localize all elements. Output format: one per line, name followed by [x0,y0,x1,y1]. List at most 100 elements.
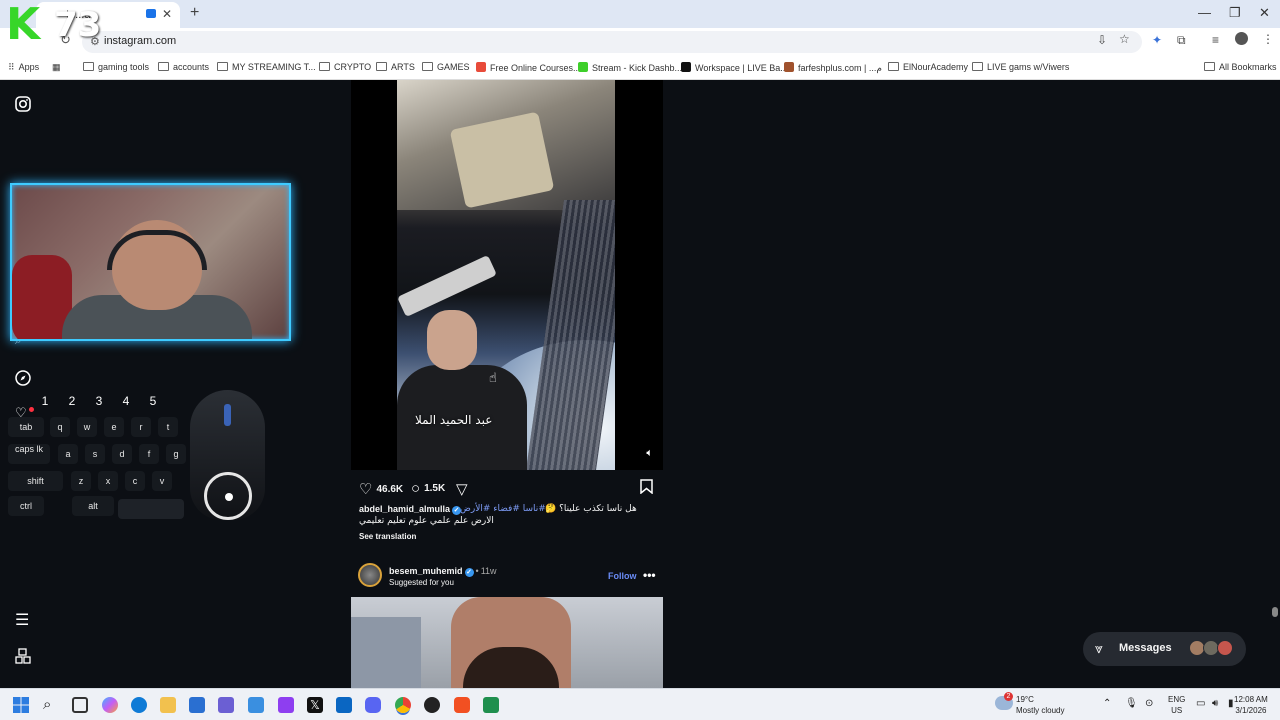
comment-count: 1.5K [424,483,446,494]
show-hidden-icons-icon[interactable]: ⌃ [1103,698,1111,709]
bookmark-folder[interactable]: GAMES [422,62,470,72]
x-app-icon[interactable]: 𝕏 [307,697,323,713]
bookmark-link[interactable]: Stream - Kick Dashb... [578,62,682,73]
folder-icon [888,62,899,71]
post-username[interactable]: abdel_hamid_almulla ✓ [359,504,462,515]
location-icon[interactable]: ⊙ [1145,698,1153,709]
post-video[interactable]: عبد الحميد الملا [397,80,615,470]
stream-logo: K 73 [4,0,101,50]
bookmark-link[interactable]: Workspace | LIVE Ba... [681,62,788,73]
key-w: w [77,417,97,437]
bookmark-link[interactable]: Free Online Courses... [476,62,581,73]
excel-icon[interactable] [483,697,499,713]
all-bookmarks[interactable]: All Bookmarks [1204,62,1277,72]
logo-letter: K [6,0,41,50]
instagram-logo-icon[interactable] [15,96,31,117]
discord-icon[interactable] [365,697,381,713]
mouse-wheel [224,404,231,426]
tab-groups-icon[interactable]: ▦ [52,62,61,73]
key-f: f [139,444,159,464]
bookmark-folder[interactable]: CRYPTO [319,62,371,72]
folder-icon [319,62,330,71]
see-translation-link[interactable]: See translation [359,532,416,541]
notification-dot [29,407,34,412]
volume-icon[interactable]: 🔊︎ [1212,698,1218,709]
minimize-button[interactable]: — [1198,5,1211,20]
robotic-arm [397,254,497,318]
search-icon[interactable]: ⌕ [43,697,59,713]
post-hashtags[interactable]: #ناسا #فضاء #الأرض [460,504,546,514]
language-indicator[interactable]: ENG US [1168,694,1185,716]
avatar[interactable] [358,563,382,587]
bookmark-link[interactable]: farfeshplus.com | ...م [784,62,882,74]
extension-icon[interactable]: ✦ [1152,33,1162,47]
bookmark-apps[interactable]: ⠿ Apps [8,62,39,73]
brave-icon[interactable] [454,697,470,713]
scrollbar-thumb[interactable] [1272,607,1278,617]
kick-favicon [578,62,588,72]
store-icon[interactable] [189,697,205,713]
follow-button[interactable]: Follow [608,571,637,581]
site-favicon [476,62,486,72]
battery-icon[interactable]: ▮ [1228,698,1234,709]
restore-button[interactable]: ❐ [1229,5,1241,21]
bookmark-folder[interactable]: ElNourAcademy [888,62,968,72]
next-post-image[interactable] [351,597,663,688]
post-caption-line2: الارض علم علمي علوم تعليم تعليمي [359,516,494,526]
obs-icon[interactable] [424,697,440,713]
edge-icon[interactable] [131,697,147,713]
menu-hamburger-icon[interactable]: ☰ [15,610,29,630]
key-c: c [125,471,145,491]
bookmark-folder[interactable]: accounts [158,62,209,72]
clock[interactable]: 12:08 AM 3/1/2026 [1234,694,1268,716]
profile-avatar-icon[interactable] [1235,32,1248,45]
suggested-label: Suggested for you [389,578,454,587]
extensions-puzzle-icon[interactable]: ⧉ [1177,33,1186,48]
share-button[interactable]: ▽ [456,480,472,498]
media-control-icon[interactable]: ≡ [1212,33,1219,47]
next-post-username[interactable]: besem_muhemid ✓ • 11w [389,566,497,577]
linkedin-icon[interactable] [336,697,352,713]
bookmark-star-icon[interactable]: ☆ [1119,32,1130,46]
workspace-favicon [681,62,691,72]
key-shift: shift [8,471,63,491]
post-age: 11w [480,566,497,576]
teams-icon[interactable] [218,697,234,713]
explore-icon[interactable] [15,370,31,391]
microphone-icon[interactable]: 🎙︎ [1125,698,1138,709]
chrome-icon[interactable] [395,697,411,713]
comment-button[interactable]: ○ 1.5K [411,480,445,497]
mouse-position-dot [225,493,233,501]
file-explorer-icon[interactable] [160,697,176,713]
windows-start-icon[interactable] [13,697,29,713]
twitch-icon[interactable] [278,697,294,713]
site-favicon [784,62,794,72]
more-apps-icon[interactable] [15,648,31,669]
key-caps-lock: caps lk [8,444,50,464]
mouse-cursor-icon: ☝︎ [489,370,497,385]
network-icon[interactable]: ▭ [1196,698,1205,709]
install-app-icon[interactable]: ⇩ [1097,33,1107,47]
windows-taskbar: ⌕ 𝕏 2 19°C Mostly cloudy ⌃ 🎙︎ ⊙ ENG US ▭ 🔊… [0,688,1280,720]
address-bar[interactable]: ⚙ instagram.com [82,31,1142,53]
like-button[interactable]: ♡ 46.6K [359,480,403,498]
copilot-icon[interactable] [102,697,118,713]
close-tab-icon[interactable]: ✕ [162,7,172,21]
volume-icon[interactable]: 🔈︎ [646,447,653,460]
bookmark-folder[interactable]: LIVE gams w/Viwers [972,62,1069,72]
folder-icon [217,62,228,71]
messages-button[interactable]: ⩔ Messages [1083,632,1246,666]
browser-menu-icon[interactable]: ⋮ [1262,32,1274,46]
save-bookmark-icon[interactable] [640,479,653,498]
task-view-icon[interactable] [72,697,88,713]
key-q: q [50,417,70,437]
new-tab-button[interactable]: + [190,4,199,22]
bookmark-folder[interactable]: ARTS [376,62,415,72]
bookmark-folder[interactable]: gaming tools [83,62,149,72]
more-options-icon[interactable]: ••• [643,568,656,582]
bookmark-folder[interactable]: MY STREAMING T... [217,62,316,72]
outlook-icon[interactable] [248,697,264,713]
page-scrollbar[interactable] [1270,80,1280,688]
close-window-button[interactable]: ✕ [1259,5,1270,21]
weather-widget[interactable]: 19°C Mostly cloudy [1016,694,1064,716]
